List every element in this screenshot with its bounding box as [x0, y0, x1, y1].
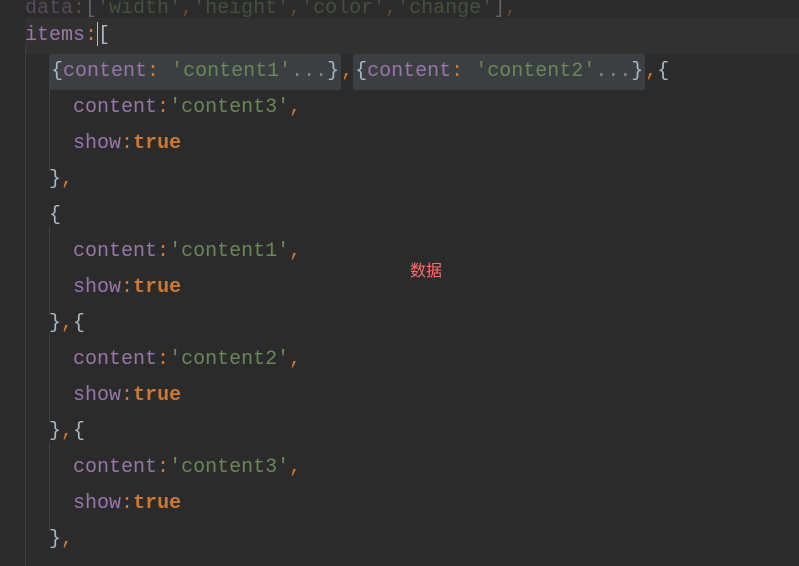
- property-key: content: [73, 450, 157, 486]
- code-line: show:true: [25, 378, 799, 414]
- boolean-value: true: [133, 270, 181, 306]
- open-bracket: [: [98, 18, 110, 54]
- property-key: content: [73, 342, 157, 378]
- code-line: data:['width','height','color','change']…: [25, 0, 799, 18]
- property-key: content: [73, 90, 157, 126]
- boolean-value: true: [133, 378, 181, 414]
- code-line: {content: 'content1'...},{content: 'cont…: [25, 54, 799, 90]
- text-cursor: [97, 22, 98, 46]
- property-key: show: [73, 486, 121, 522]
- property-key: show: [73, 378, 121, 414]
- code-line: content:'content3',: [25, 90, 799, 126]
- collapsed-region[interactable]: {content: 'content1'...}: [49, 54, 341, 90]
- code-line: },{: [25, 414, 799, 450]
- property-key: show: [73, 126, 121, 162]
- collapsed-region[interactable]: {content: 'content2'...}: [353, 54, 645, 90]
- code-line-cursor[interactable]: items:[: [25, 18, 799, 54]
- boolean-value: true: [133, 126, 181, 162]
- colon: :: [85, 18, 97, 54]
- code-line: content:'content2',: [25, 342, 799, 378]
- property-key: content: [73, 234, 157, 270]
- code-line: },: [25, 162, 799, 198]
- code-line: },{: [25, 306, 799, 342]
- code-line: {: [25, 198, 799, 234]
- boolean-value: true: [133, 486, 181, 522]
- string-value: 'content3': [169, 450, 289, 486]
- string-value: 'content1': [169, 234, 289, 270]
- code-line: content:'content3',: [25, 450, 799, 486]
- string-value: 'content2': [169, 342, 289, 378]
- annotation-label: 数据: [410, 258, 442, 287]
- property-key: items: [25, 18, 85, 54]
- code-line: show:true: [25, 126, 799, 162]
- string-value: 'content3': [169, 90, 289, 126]
- code-line: },: [25, 522, 799, 558]
- code-editor[interactable]: data:['width','height','color','change']…: [0, 0, 799, 558]
- code-line: show:true: [25, 486, 799, 522]
- property-key: show: [73, 270, 121, 306]
